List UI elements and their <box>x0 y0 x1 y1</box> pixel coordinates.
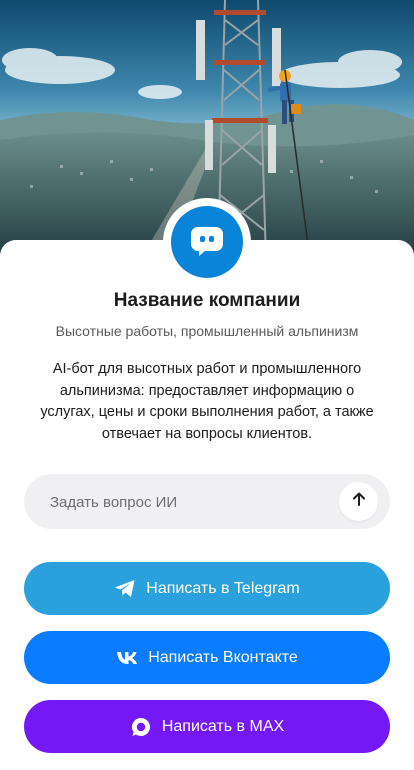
max-button-label: Написать в MAX <box>161 717 285 735</box>
vk-icon <box>116 651 138 665</box>
ask-ai-field <box>24 474 390 531</box>
company-subtitle: Высотные работы, промышленный альпинизм <box>55 323 359 339</box>
telegram-icon <box>114 579 136 598</box>
send-button[interactable] <box>339 482 378 521</box>
telegram-button[interactable]: Написать в Telegram <box>24 562 390 615</box>
chat-bot-icon <box>189 222 225 263</box>
max-button[interactable]: Написать в MAX <box>24 700 390 753</box>
company-name: Название компании <box>113 290 301 311</box>
arrow-up-icon <box>351 491 367 512</box>
company-description: AI-бот для высотных работ и промышленног… <box>40 361 374 442</box>
vk-button-label: Написать Вконтакте <box>148 648 298 666</box>
telegram-button-label: Написать в Telegram <box>146 579 300 597</box>
max-icon <box>130 716 152 738</box>
vk-button[interactable]: Написать Вконтакте <box>24 631 390 684</box>
ask-ai-input[interactable] <box>48 474 342 531</box>
avatar <box>171 206 243 278</box>
